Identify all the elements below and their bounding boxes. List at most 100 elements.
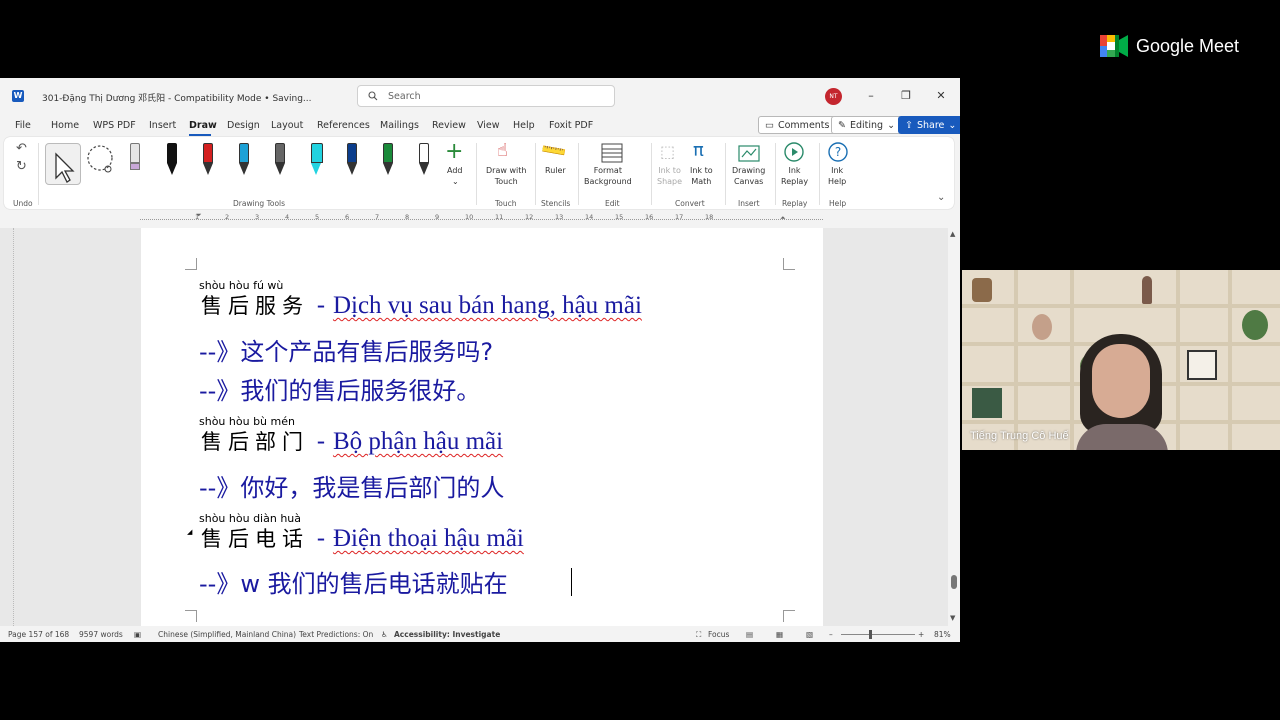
format-background-icon[interactable]: [601, 143, 623, 163]
search-icon: [368, 91, 378, 101]
action-pen[interactable]: [416, 143, 432, 177]
pen-red[interactable]: [200, 143, 216, 177]
ink-to-math-button[interactable]: Ink to Math: [690, 165, 713, 187]
ruler-tick: 17: [675, 213, 684, 221]
document-title[interactable]: 301-Đặng Thị Dương 邓氏阳 - Compatibility M…: [42, 91, 312, 104]
restore-icon[interactable]: ❐: [899, 89, 913, 102]
tab-foxit-pdf[interactable]: Foxit PDF: [549, 120, 593, 131]
add-pen-label[interactable]: Add: [447, 165, 463, 176]
tab-insert[interactable]: Insert: [149, 120, 176, 131]
pen-green[interactable]: [380, 143, 396, 177]
touch-draw-icon[interactable]: ☝: [497, 140, 508, 161]
comments-button[interactable]: ▭ Comments: [758, 116, 837, 134]
zoom-out-icon[interactable]: –: [829, 630, 833, 639]
horizontal-ruler[interactable]: 1 2 3 4 5 6 7 8 9 10 11 12 13 14 15 16 1…: [140, 211, 823, 225]
web-layout-icon[interactable]: ▧: [806, 630, 813, 639]
redo-icon[interactable]: ↻: [16, 159, 27, 174]
scroll-thumb[interactable]: [951, 575, 957, 589]
editing-mode-button[interactable]: ✎ Editing ⌄: [831, 116, 903, 134]
paragraph-mark-icon: ◢: [187, 528, 193, 536]
ruler-icon[interactable]: 📏: [539, 136, 569, 166]
divider: [819, 143, 820, 205]
lasso-select-icon[interactable]: [84, 143, 118, 177]
page-count[interactable]: Page 157 of 168: [8, 630, 69, 639]
zoom-slider[interactable]: [841, 634, 915, 635]
ruler-tick: 14: [585, 213, 594, 221]
tab-help[interactable]: Help: [513, 120, 535, 131]
tab-wps-pdf[interactable]: WPS PDF: [93, 120, 136, 131]
highlighter-cyan[interactable]: [308, 143, 324, 177]
print-layout-icon[interactable]: ▦: [776, 630, 783, 639]
example-sentence: --》你好，我是售后部门的人: [199, 474, 505, 502]
ruler-tick: 3: [255, 213, 260, 221]
group-edit: Edit: [605, 199, 620, 208]
user-avatar[interactable]: NT: [825, 88, 842, 105]
eraser-tool[interactable]: [127, 143, 143, 177]
share-button[interactable]: ⇪ Share ⌄: [898, 116, 960, 134]
collapse-ribbon-icon[interactable]: ⌄: [937, 192, 945, 203]
read-mode-icon[interactable]: ▤: [746, 630, 753, 639]
document-page[interactable]: shòu hòu fú wù 售后服务 - Dịch vụ sau bán ha…: [141, 228, 823, 626]
zoom-in-icon[interactable]: +: [918, 630, 924, 639]
ruler-tick: 7: [375, 213, 380, 221]
vertical-scrollbar[interactable]: ▲ ▼: [948, 228, 960, 626]
undo-icon[interactable]: ↶: [16, 141, 27, 156]
zoom-level[interactable]: 81%: [934, 630, 951, 639]
tab-home[interactable]: Home: [51, 120, 79, 131]
pen-navy[interactable]: [344, 143, 360, 177]
word-count[interactable]: 9597 words: [79, 630, 123, 639]
participant-person: [1070, 332, 1174, 450]
accessibility-status[interactable]: Accessibility: Investigate: [394, 630, 500, 639]
ink-to-math-icon[interactable]: π: [693, 140, 704, 161]
vertical-ruler[interactable]: [4, 228, 14, 626]
participant-name: Tiếng Trung Cô Huế: [970, 430, 1069, 442]
tab-design[interactable]: Design: [227, 120, 260, 131]
right-indent-marker-icon[interactable]: ⏶: [780, 214, 786, 223]
ink-replay-button[interactable]: Ink Replay: [781, 165, 808, 187]
participant-video-tile[interactable]: Tiếng Trung Cô Huế: [962, 270, 1280, 450]
draw-with-touch-button[interactable]: Draw with Touch: [486, 165, 526, 187]
tab-mailings[interactable]: Mailings: [380, 120, 419, 131]
shelf-divider: [1228, 270, 1232, 450]
crop-mark: [185, 258, 197, 270]
tab-file[interactable]: File: [15, 120, 31, 131]
text-predictions-status[interactable]: Text Predictions: On: [299, 630, 373, 639]
scroll-up-icon[interactable]: ▲: [950, 230, 955, 238]
minimize-icon[interactable]: –: [864, 89, 878, 102]
tab-layout[interactable]: Layout: [271, 120, 303, 131]
tab-view[interactable]: View: [477, 120, 500, 131]
decor-basket: [972, 278, 992, 302]
pen-black[interactable]: [164, 143, 180, 177]
close-icon[interactable]: ✕: [934, 89, 948, 102]
accessibility-icon[interactable]: ♿: [381, 630, 388, 639]
help-icon[interactable]: ?: [827, 141, 849, 163]
chevron-down-icon[interactable]: ⌄: [452, 176, 459, 187]
focus-icon[interactable]: ⛶: [696, 630, 701, 640]
title-bar: W 301-Đặng Thị Dương 邓氏阳 - Compatibility…: [0, 78, 960, 114]
pen-blue[interactable]: [236, 143, 252, 177]
scroll-down-icon[interactable]: ▼: [950, 614, 955, 622]
ink-to-shape-button: Ink to Shape: [657, 166, 683, 186]
zoom-slider-thumb[interactable]: [869, 630, 872, 639]
word-logo-icon: W: [12, 90, 24, 102]
search-input[interactable]: Search: [357, 85, 615, 107]
tab-references[interactable]: References: [317, 120, 370, 131]
select-tool-button[interactable]: [45, 143, 81, 185]
ruler-button[interactable]: Ruler: [545, 165, 566, 176]
ink-replay-icon[interactable]: [783, 141, 805, 163]
ruler-tick: 10: [465, 213, 474, 221]
ink-help-button[interactable]: Ink Help: [828, 165, 846, 187]
indent-marker-icon[interactable]: ⏷: [196, 211, 202, 220]
add-pen-icon[interactable]: +: [445, 139, 463, 164]
tab-draw[interactable]: Draw: [189, 120, 217, 131]
drawing-canvas-icon[interactable]: [738, 143, 760, 163]
proofing-icon[interactable]: ▣: [134, 630, 141, 639]
ruler-tick: 5: [315, 213, 320, 221]
divider: [651, 143, 652, 205]
focus-button[interactable]: Focus: [708, 630, 729, 639]
pencil-gray[interactable]: [272, 143, 288, 177]
drawing-canvas-button[interactable]: Drawing Canvas: [732, 165, 765, 187]
format-background-button[interactable]: Format Background: [584, 165, 632, 187]
tab-review[interactable]: Review: [432, 120, 466, 131]
language-status[interactable]: Chinese (Simplified, Mainland China): [158, 630, 296, 639]
